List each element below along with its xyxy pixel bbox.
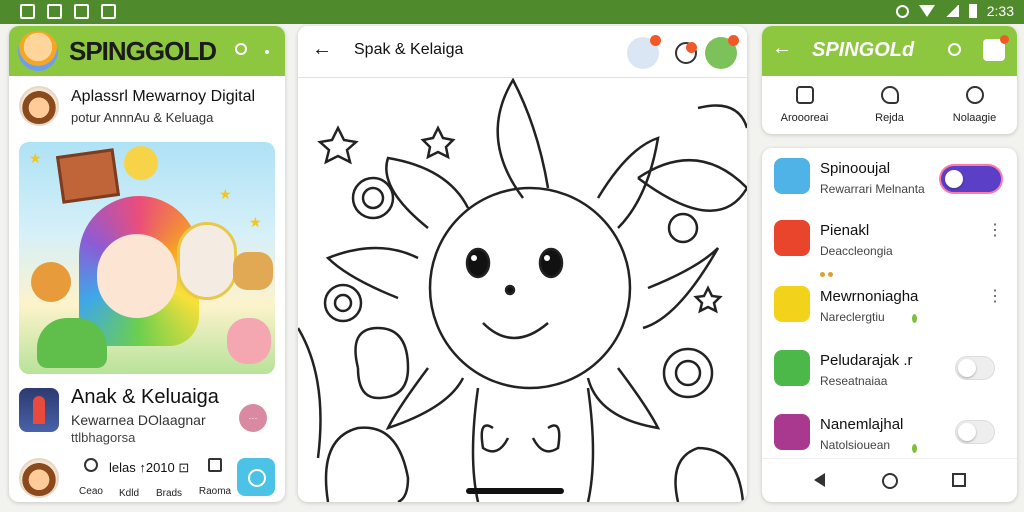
tab-nolaagie[interactable]: Nolaagie [940,82,1010,132]
dino-illustration [37,318,107,368]
tablet-icon [795,86,814,104]
item-subtitle-2: ttlbhagorsa [71,430,136,445]
item-title: Anak & Keluaiga [71,386,219,408]
app-header: SPINGGOLD [9,26,285,76]
category-screen: ← SPINGOLd Aroooreai Rejda Nolaagie [762,26,1017,134]
status-bar: 2:33 [0,0,1024,24]
bottom-nav: lelas ↑2010 ⊡ Ceao Kdld Brads Raoma [9,456,285,502]
nav-item-ceao[interactable]: Ceao [71,458,111,497]
home-indicator[interactable] [466,488,564,494]
profile-avatar[interactable] [19,458,59,498]
paint-icon[interactable] [705,35,739,69]
app-icon [774,286,810,322]
coloring-header: ← Spak & Kelaiga [298,26,747,78]
settings-list: Spinooujal Rewarrari Melnanta Pienakl De… [762,148,1017,502]
feature-toggle[interactable] [955,420,995,444]
home-nav-icon[interactable] [882,473,898,489]
list-item[interactable]: Spinooujal Rewarrari Melnanta [762,150,1017,210]
intro-card[interactable]: Aplassrl Mewarnoy Digital potur AnnnAu &… [9,82,285,132]
list-item[interactable]: Mewrnoniagha Nareclergtiu ⋮ [762,278,1017,338]
app-icon [774,158,810,194]
app-icon [101,4,116,19]
intro-title: Aplassrl Mewarnoy Digital [71,88,256,105]
more-vertical-icon[interactable]: ⋮ [987,289,1003,305]
list-item[interactable]: Nanemlajhal Natolsiouean [762,406,1017,466]
star-icon: ★ [249,214,262,230]
pin-icon [84,458,98,472]
item-thumbnail [19,388,59,432]
palette-icon[interactable] [627,35,661,69]
dog-illustration [233,252,273,290]
list-item-anak-keluarga[interactable]: Anak & Keluaiga Kewarnea DOlaagnar ttlbh… [9,382,285,456]
star-icon: ★ [29,150,42,166]
line-art-drawing [298,77,747,502]
feature-toggle[interactable] [955,356,995,380]
back-arrow-icon[interactable]: ← [772,37,792,60]
app-logo-avatar[interactable] [18,31,58,71]
category-tabs: Aroooreai Rejda Nolaagie [762,82,1017,132]
coloring-screen: ← Spak & Kelaiga [298,26,747,502]
signal-icon [944,5,959,17]
recents-nav-icon[interactable] [952,473,966,487]
small-flower-illustration [317,125,723,399]
tab-aroooreai[interactable]: Aroooreai [770,82,840,132]
list-item[interactable]: Peludarajak .r Reseatnaiaa [762,342,1017,402]
cart-icon[interactable] [983,35,1009,61]
brand-logo: SPINGOLd [812,39,915,61]
page-title: Spak & Kelaiga [354,41,464,58]
feature-toggle[interactable] [939,164,1003,194]
tab-rejda[interactable]: Rejda [855,82,925,132]
alarm-icon [895,4,909,18]
app-icon [774,220,810,256]
item-badge[interactable]: ··· [239,404,267,432]
pig-illustration [227,318,271,364]
gallery-icon [20,4,35,19]
brush-icon [880,86,899,104]
search-icon[interactable] [948,43,961,56]
leaf-icon [912,314,917,323]
sunflower-character [325,77,720,502]
battery-icon [968,4,977,18]
girl-face-illustration [97,234,177,318]
intro-subtitle: potur AnnnAu & Keluaga [71,110,214,125]
wifi-icon [918,5,935,17]
more-icon[interactable] [265,50,269,54]
home-screen: SPINGGOLD Aplassrl Mewarnoy Digital potu… [9,26,285,502]
item-subtitle: Kewarnea DOlaagnar [71,412,206,428]
list-item[interactable]: Pienakl Deaccleongia ⋮ [762,212,1017,277]
home-icon [208,458,222,472]
search-fab-button[interactable] [237,458,275,496]
star-icon: ★ [219,186,232,202]
hero-illustration[interactable]: ★ ★ ★ [19,142,275,374]
leaf-icon [912,444,917,453]
house-illustration [55,148,121,204]
friend-illustration [177,222,237,300]
status-time: 2:33 [986,3,1014,19]
brand-logo: SPINGGOLD [69,36,217,66]
search-icon[interactable] [235,43,247,55]
image-icon [74,4,89,19]
sun-illustration [124,146,158,180]
animal-illustration [298,326,745,502]
app-icon [774,414,810,450]
nav-item-kdld[interactable]: Kdld [109,458,149,499]
nav-item-brads[interactable]: Brads [149,458,189,499]
notification-icon [47,4,62,19]
app-header: ← SPINGOLd [762,26,1017,76]
app-icon [774,350,810,386]
nav-item-raoma[interactable]: Raoma [195,458,235,497]
more-vertical-icon[interactable]: ⋮ [987,223,1003,239]
alert-icon[interactable] [675,42,697,64]
back-arrow-icon[interactable]: ← [312,38,332,61]
lion-illustration [31,262,71,302]
system-nav-bar [762,458,1017,502]
avatar [19,86,59,126]
back-nav-icon[interactable] [814,473,825,487]
palette-icon [965,86,984,104]
coloring-canvas[interactable] [298,77,747,502]
